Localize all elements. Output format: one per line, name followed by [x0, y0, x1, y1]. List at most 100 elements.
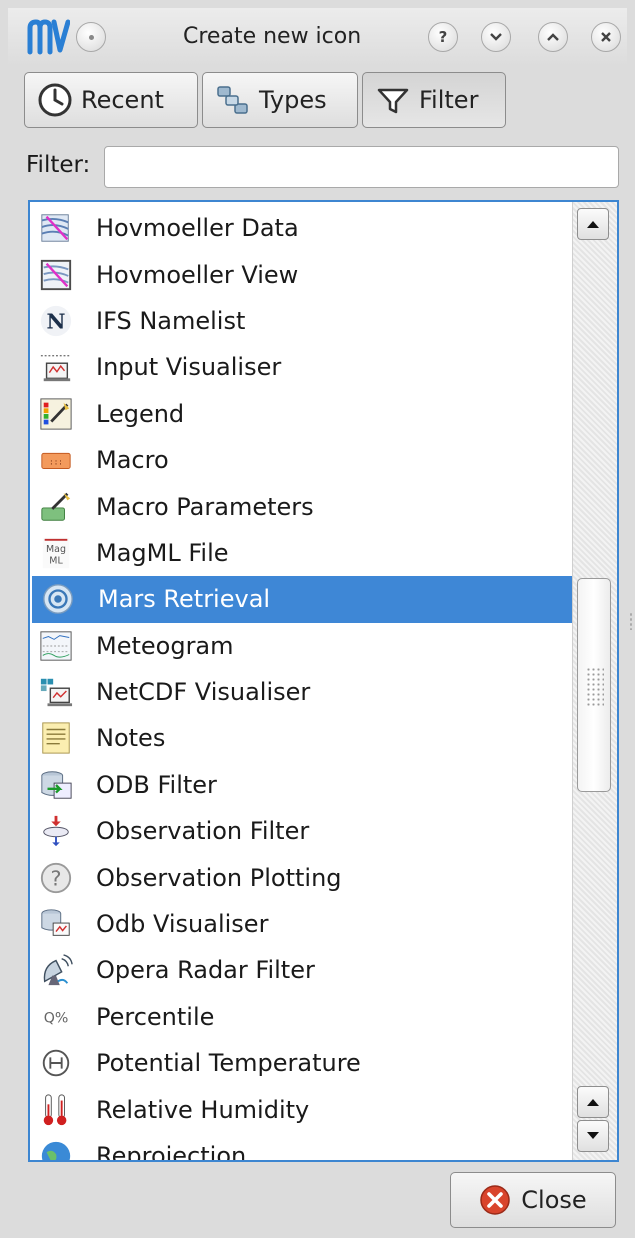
netcdf-visualiser-icon: [38, 674, 74, 710]
tab-types[interactable]: Types: [202, 72, 358, 128]
list-item[interactable]: Legend: [30, 391, 575, 437]
filter-label: Filter:: [26, 152, 91, 178]
types-icon: [217, 86, 248, 114]
observation-filter-icon: [38, 813, 74, 849]
list-item-label: Input Visualiser: [96, 353, 282, 382]
list-item[interactable]: Reprojection: [30, 1133, 575, 1162]
list-item[interactable]: Notes: [30, 715, 575, 761]
metview-logo-icon: [27, 19, 70, 55]
maximize-button[interactable]: [538, 22, 568, 52]
list-item-label: Hovmoeller View: [96, 260, 299, 289]
list-item[interactable]: Q% Percentile: [30, 994, 575, 1040]
scroll-up-button-bottom[interactable]: [577, 1086, 609, 1118]
list-item[interactable]: Macro Parameters: [30, 483, 575, 529]
filter-input[interactable]: [104, 146, 619, 188]
list-item-label: Meteogram: [96, 631, 234, 660]
list-item-label: Observation Filter: [96, 817, 310, 846]
thermometer-icon: [38, 1092, 74, 1128]
dot-icon: [88, 34, 94, 40]
list-item-label: Notes: [96, 724, 166, 753]
svg-text:?: ?: [50, 866, 61, 890]
tab-filter-label: Filter: [419, 86, 479, 114]
list-item[interactable]: Potential Temperature: [30, 1040, 575, 1086]
scroll-down-button[interactable]: [577, 1120, 609, 1152]
notes-icon: [38, 720, 74, 756]
list-item-label: Macro: [96, 446, 169, 475]
list-item-label: Observation Plotting: [96, 863, 342, 892]
globe-icon: [38, 1138, 74, 1160]
svg-text:Mag: Mag: [46, 544, 66, 555]
arrow-up-icon: [587, 1099, 599, 1106]
list-item-label: MagML File: [96, 538, 229, 567]
list-item-label: Potential Temperature: [96, 1049, 361, 1078]
list-item[interactable]: Input Visualiser: [30, 344, 575, 390]
scroll-up-button[interactable]: [577, 208, 609, 240]
close-icon: [601, 32, 611, 42]
list-item[interactable]: Relative Humidity: [30, 1086, 575, 1132]
arrow-down-icon: [587, 1132, 599, 1139]
meteogram-icon: [38, 628, 74, 664]
list-item[interactable]: ODB Filter: [30, 762, 575, 808]
question-icon: ?: [438, 28, 448, 46]
title-bar: Create new icon ?: [8, 8, 627, 66]
list-item-label: Macro Parameters: [96, 492, 314, 521]
list-item-label: Relative Humidity: [96, 1095, 310, 1124]
input-visualiser-icon: [38, 349, 74, 385]
legend-icon: [38, 396, 74, 432]
list-item[interactable]: N IFS Namelist: [30, 298, 575, 344]
close-window-button[interactable]: [591, 22, 621, 52]
minimize-button[interactable]: [481, 22, 511, 52]
tab-recent[interactable]: Recent: [24, 72, 198, 128]
list-item[interactable]: Meteogram: [30, 623, 575, 669]
list-item-label: Opera Radar Filter: [96, 956, 315, 985]
list-item[interactable]: ::: Macro: [30, 437, 575, 483]
magml-icon: Mag ML: [38, 535, 74, 571]
close-button[interactable]: Close: [450, 1172, 616, 1228]
list-item[interactable]: Hovmoeller View: [30, 251, 575, 297]
list-item[interactable]: Odb Visualiser: [30, 901, 575, 947]
vertical-scrollbar[interactable]: [572, 202, 617, 1160]
clock-icon: [38, 83, 72, 117]
list-item-label: ODB Filter: [96, 770, 217, 799]
list-item-label: IFS Namelist: [96, 306, 246, 335]
list-item-label: Hovmoeller Data: [96, 214, 299, 243]
chevron-up-icon: [547, 33, 559, 41]
svg-text:ML: ML: [49, 555, 63, 566]
list-item-label: Reprojection: [96, 1142, 247, 1162]
hovmoeller-data-icon: [38, 210, 74, 246]
scrollbar-thumb[interactable]: [577, 578, 611, 792]
list-item[interactable]: NetCDF Visualiser: [30, 669, 575, 715]
funnel-icon: [377, 88, 409, 114]
svg-text:N: N: [47, 309, 66, 334]
mars-retrieval-icon: [40, 581, 76, 617]
window-menu-button[interactable]: [76, 22, 106, 52]
macro-parameters-icon: [38, 489, 74, 525]
odb-visualiser-icon: [38, 906, 74, 942]
list-item[interactable]: Mars Retrieval: [32, 576, 577, 623]
macro-icon: :::: [38, 442, 74, 478]
radar-icon: [38, 952, 74, 988]
grip-icon: [586, 667, 604, 707]
list-item-label: Percentile: [96, 1002, 215, 1031]
list-item[interactable]: Hovmoeller Data: [30, 205, 575, 251]
odb-filter-icon: [38, 767, 74, 803]
tab-types-label: Types: [259, 86, 327, 114]
namelist-n-icon: N: [38, 303, 74, 339]
resize-grip-icon[interactable]: [629, 612, 633, 630]
svg-text::::: :::: [49, 458, 63, 467]
list-item[interactable]: Mag ML MagML File: [30, 530, 575, 576]
list-item[interactable]: Opera Radar Filter: [30, 947, 575, 993]
tab-recent-label: Recent: [81, 86, 164, 114]
list-item[interactable]: Observation Filter: [30, 808, 575, 854]
arrow-up-icon: [587, 221, 599, 228]
list-item[interactable]: ? Observation Plotting: [30, 854, 575, 900]
help-button[interactable]: ?: [428, 22, 458, 52]
list-item-label: NetCDF Visualiser: [96, 678, 311, 707]
tab-filter[interactable]: Filter: [362, 72, 506, 128]
potential-temperature-icon: [38, 1045, 74, 1081]
svg-text:Q%: Q%: [44, 1010, 69, 1026]
list-item-label: Legend: [96, 399, 185, 428]
list-item-label: Odb Visualiser: [96, 910, 269, 939]
icon-type-list: Hovmoeller Data Hovmoeller View N IFS Namel…: [28, 200, 619, 1162]
icon-type-rows: Hovmoeller Data Hovmoeller View N IFS Namel…: [30, 205, 577, 1162]
